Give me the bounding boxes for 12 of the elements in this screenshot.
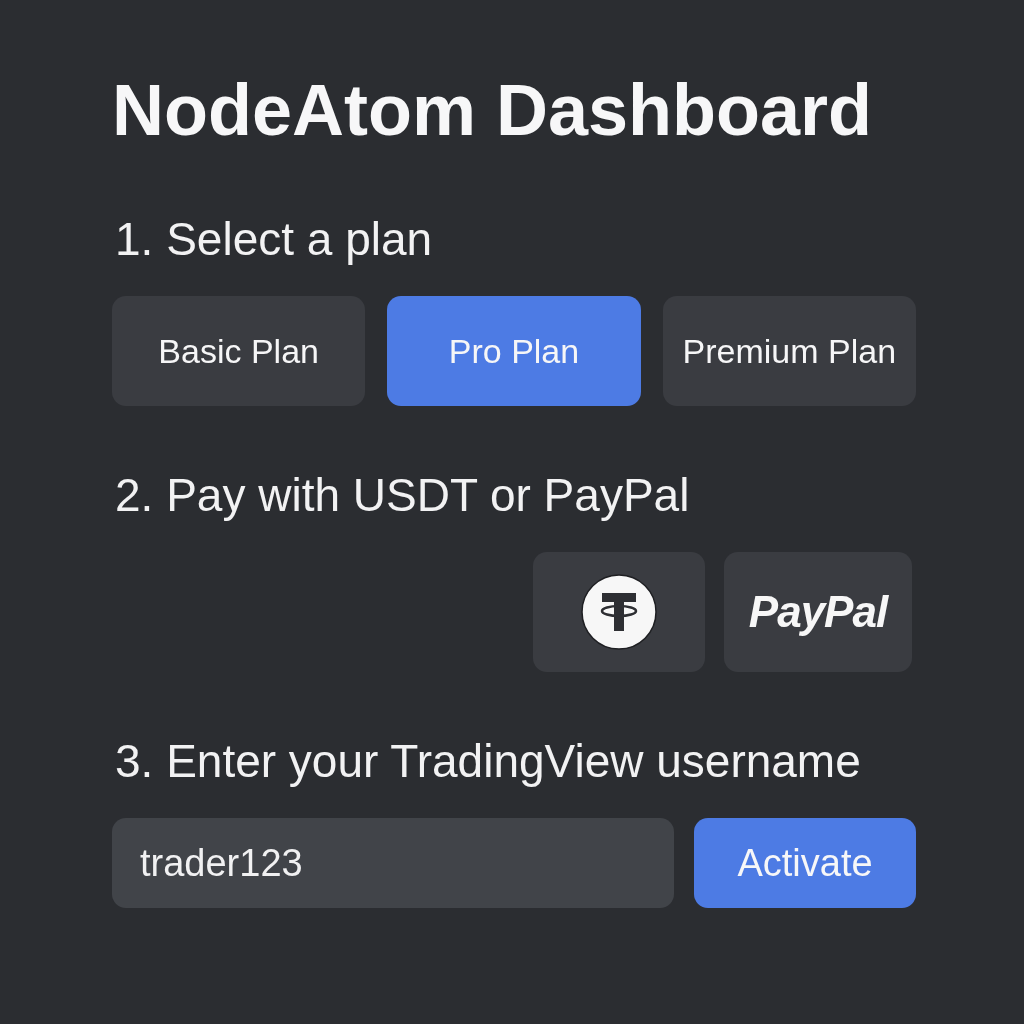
step-heading: 1. Select a plan	[114, 213, 433, 265]
page-title: NodeAtom Dashboard	[112, 72, 873, 148]
paypal-button[interactable]: PayPal	[724, 552, 912, 672]
step-heading: 2. Pay with USDT or PayPal	[114, 469, 690, 521]
plan-button[interactable]: Basic Plan	[112, 296, 366, 406]
activate-button[interactable]: Activate	[694, 818, 916, 908]
plan-button[interactable]: Pro Plan	[387, 296, 641, 406]
step-heading: 3. Enter your TradingView username	[114, 735, 861, 787]
plan-button[interactable]: Premium Plan	[662, 296, 916, 406]
username-input-field[interactable]: trader123	[112, 818, 674, 908]
t-coin-icon	[581, 574, 657, 650]
usdt-button[interactable]	[533, 552, 705, 672]
